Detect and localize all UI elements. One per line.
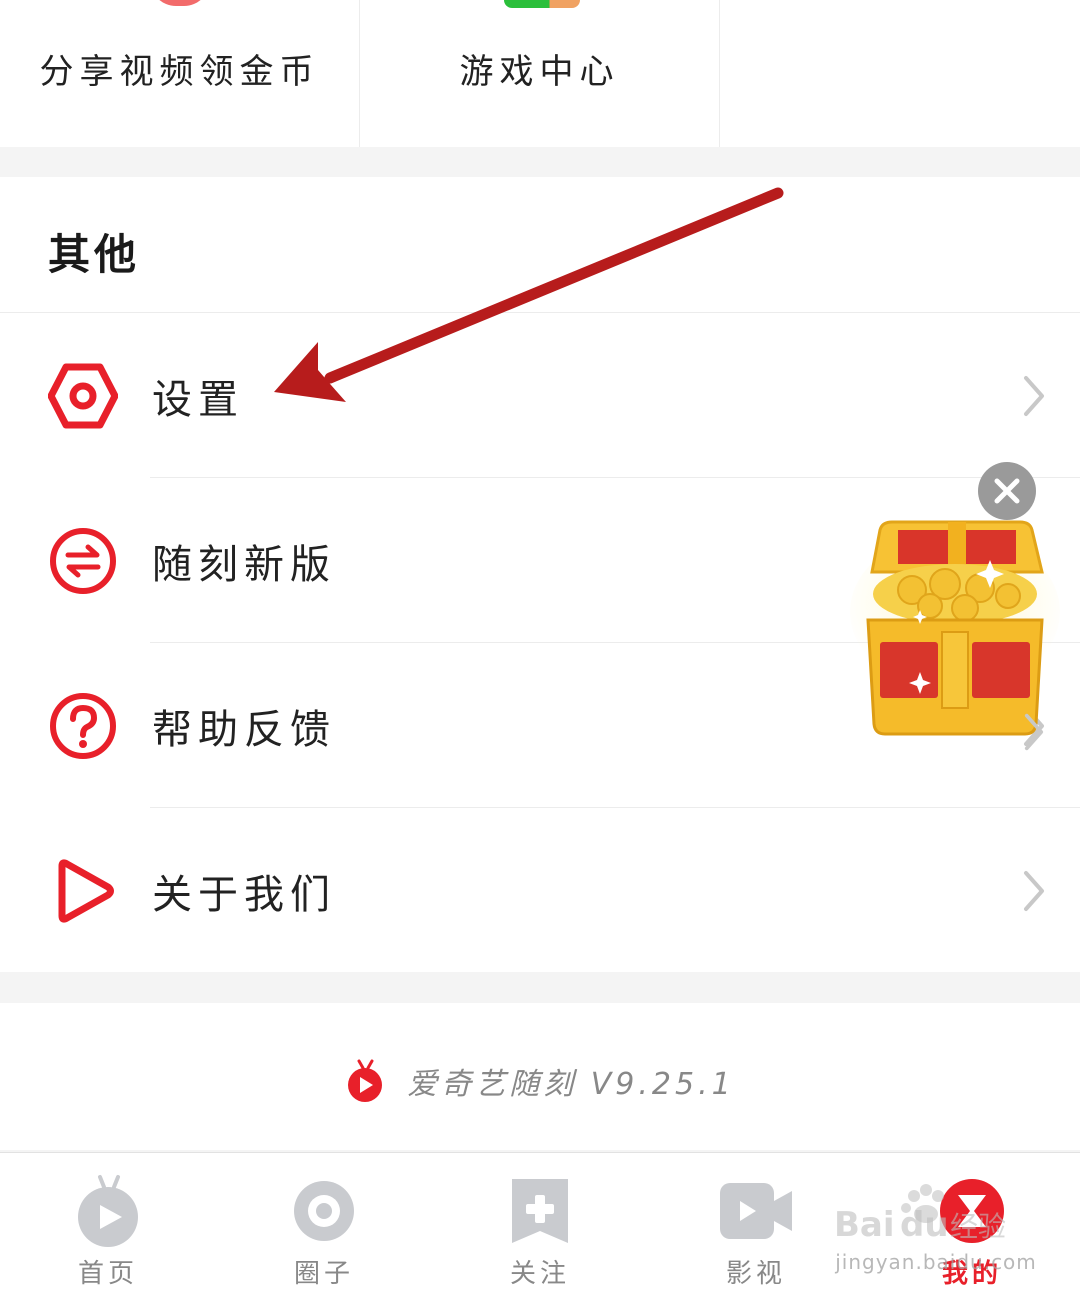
grid-item-share-video[interactable]: 分享视频领金币: [0, 0, 360, 147]
app-logo-icon: [348, 1059, 383, 1102]
treasure-chest-icon: [850, 520, 1060, 736]
grid-item-game-center[interactable]: 游戏中心: [360, 0, 720, 147]
chevron-right-icon: [1024, 870, 1044, 911]
game-center-icon: [503, 0, 580, 8]
feature-grid: 分享视频领金币 游戏中心: [0, 0, 1080, 147]
nav-label: 关注: [509, 1259, 570, 1289]
baidu-paw-logo-icon: Bai du 经验: [834, 1184, 1006, 1245]
share-video-icon: [149, 0, 210, 6]
grid-item-empty: [720, 0, 1080, 147]
menu-item-label: 关于我们: [152, 871, 336, 918]
grid-item-label: 游戏中心: [459, 52, 620, 92]
baidu-watermark: Bai du 经验 jingyan.baidu.com: [826, 1180, 1046, 1280]
nav-tab-follow[interactable]: 关注: [432, 1153, 648, 1300]
close-promo-button[interactable]: [978, 462, 1036, 520]
svg-text:du: du: [900, 1205, 949, 1245]
svg-text:Bai: Bai: [834, 1205, 895, 1245]
nav-tab-home[interactable]: 首页: [0, 1153, 216, 1300]
watermark-url: jingyan.baidu.com: [835, 1250, 1037, 1274]
menu-item-label: 随刻新版: [152, 541, 336, 588]
close-icon: [994, 478, 1020, 504]
chevron-right-icon: [1024, 713, 1044, 751]
video-camera-icon: [720, 1183, 792, 1239]
treasure-chest-promo[interactable]: [850, 462, 1080, 751]
nav-label: 圈子: [293, 1259, 354, 1289]
section-title: 其他: [48, 230, 141, 279]
tv-home-icon: [78, 1175, 138, 1247]
nav-label: 首页: [77, 1259, 138, 1289]
menu-item-label: 帮助反馈: [152, 706, 336, 753]
menu-item-settings[interactable]: 设置: [0, 313, 1080, 478]
bookmark-plus-icon: [512, 1179, 568, 1243]
nav-tab-circle[interactable]: 圈子: [216, 1153, 432, 1300]
settings-hexagon-icon: [48, 363, 118, 428]
menu-item-label: 设置: [152, 376, 244, 423]
switch-arrows-icon: [50, 527, 116, 594]
grid-item-label: 分享视频领金币: [39, 52, 320, 92]
help-question-icon: [50, 692, 116, 759]
menu-item-about-us[interactable]: 关于我们: [0, 808, 1080, 973]
version-text: 爱奇艺随刻 V9.25.1: [407, 1067, 735, 1102]
chevron-right-icon: [1024, 375, 1044, 416]
app-version-footer: 爱奇艺随刻 V9.25.1: [0, 1003, 1080, 1150]
circle-ring-icon: [294, 1181, 354, 1241]
play-triangle-icon: [58, 858, 114, 923]
svg-text:经验: 经验: [950, 1210, 1006, 1243]
